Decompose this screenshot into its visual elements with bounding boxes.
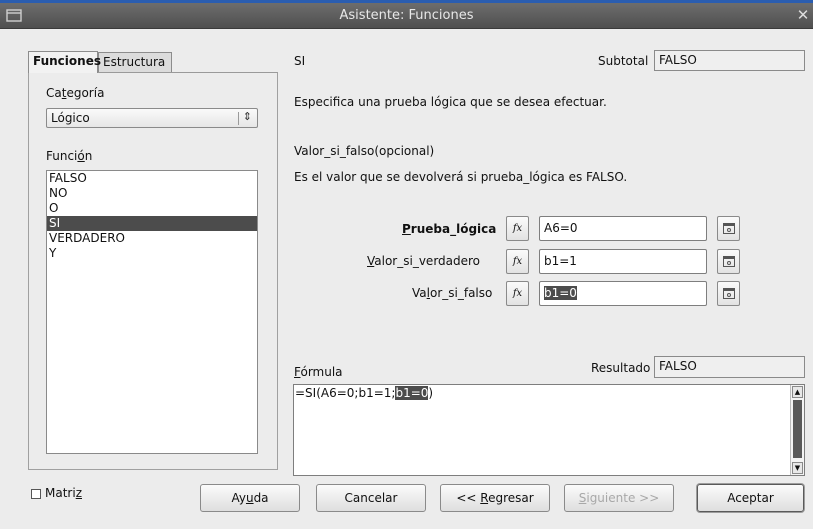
- scroll-down-icon[interactable]: ▼: [792, 462, 803, 474]
- argument-description: Es el valor que se devolverá si prueba_l…: [294, 170, 628, 184]
- formula-text: =SI(A6=0;b1=1;b1=0): [295, 386, 434, 400]
- shrink-dot: [727, 293, 731, 297]
- formula-editor[interactable]: =SI(A6=0;b1=1;b1=0) ▲ ▼: [293, 384, 805, 476]
- category-label: Categoría: [46, 86, 105, 100]
- function-list[interactable]: FALSO NO O SI VERDADERO Y: [46, 170, 258, 454]
- argument-title: Valor_si_falso(opcional): [294, 144, 435, 158]
- formula-scrollbar[interactable]: ▲ ▼: [790, 385, 804, 475]
- category-value: Lógico: [51, 111, 90, 125]
- matrix-label: Matriz: [45, 486, 82, 500]
- close-icon[interactable]: ✕: [795, 7, 811, 24]
- updown-arrows-icon: ⇕: [242, 110, 252, 123]
- fx-button-valor-si-verdadero[interactable]: fx: [506, 249, 529, 274]
- list-item[interactable]: NO: [47, 186, 257, 201]
- subtotal-value: FALSO: [654, 50, 805, 71]
- subtotal-label: Subtotal: [598, 54, 649, 68]
- list-item[interactable]: FALSO: [47, 171, 257, 186]
- result-value: FALSO: [654, 356, 805, 378]
- next-button[interactable]: Siguiente >>: [564, 484, 674, 512]
- function-label: Función: [46, 149, 93, 163]
- scroll-up-icon[interactable]: ▲: [792, 386, 803, 398]
- category-select[interactable]: Lógico ⇕: [46, 108, 258, 128]
- shrink-button-valor-si-verdadero[interactable]: [717, 249, 740, 274]
- list-item[interactable]: O: [47, 201, 257, 216]
- function-name: SI: [294, 54, 306, 68]
- title-bar[interactable]: Asistente: Funciones ✕: [0, 3, 813, 29]
- arg-label-valor-si-falso: Valor_si_falso: [412, 286, 493, 300]
- window-title: Asistente: Funciones: [339, 8, 474, 23]
- valor-si-falso-input[interactable]: b1=0: [539, 281, 707, 306]
- formula-label: Fórmula: [294, 365, 343, 379]
- fx-button-prueba-logica[interactable]: fx: [506, 216, 529, 241]
- list-item[interactable]: Y: [47, 246, 257, 261]
- back-button[interactable]: << Regresar: [440, 484, 550, 512]
- arg-label-valor-si-verdadero: Valor_si_verdadero: [367, 254, 481, 268]
- matrix-checkbox[interactable]: [31, 489, 41, 499]
- tab-funciones[interactable]: Funciones: [28, 51, 101, 73]
- list-item[interactable]: VERDADERO: [47, 231, 257, 246]
- function-description: Especifica una prueba lógica que se dese…: [294, 95, 607, 109]
- valor-si-verdadero-input[interactable]: b1=1: [539, 249, 707, 274]
- fx-button-valor-si-falso[interactable]: fx: [506, 281, 529, 306]
- scroll-thumb[interactable]: [793, 400, 802, 458]
- prueba-logica-input[interactable]: A6=0: [539, 216, 707, 241]
- arg-label-prueba-logica: Prueba_lógica: [402, 222, 497, 236]
- help-button[interactable]: Ayuda: [200, 484, 300, 512]
- list-item-selected[interactable]: SI: [47, 216, 257, 231]
- shrink-button-prueba-logica[interactable]: [717, 216, 740, 241]
- shrink-button-valor-si-falso[interactable]: [717, 281, 740, 306]
- select-separator: [238, 112, 239, 125]
- cancel-button[interactable]: Cancelar: [316, 484, 426, 512]
- selected-text: b1=0: [544, 286, 577, 300]
- shrink-dot: [727, 228, 731, 232]
- result-label: Resultado: [591, 361, 651, 375]
- tab-estructura[interactable]: Estructura: [98, 52, 172, 73]
- shrink-dot: [727, 261, 731, 265]
- accept-button[interactable]: Aceptar: [697, 484, 804, 512]
